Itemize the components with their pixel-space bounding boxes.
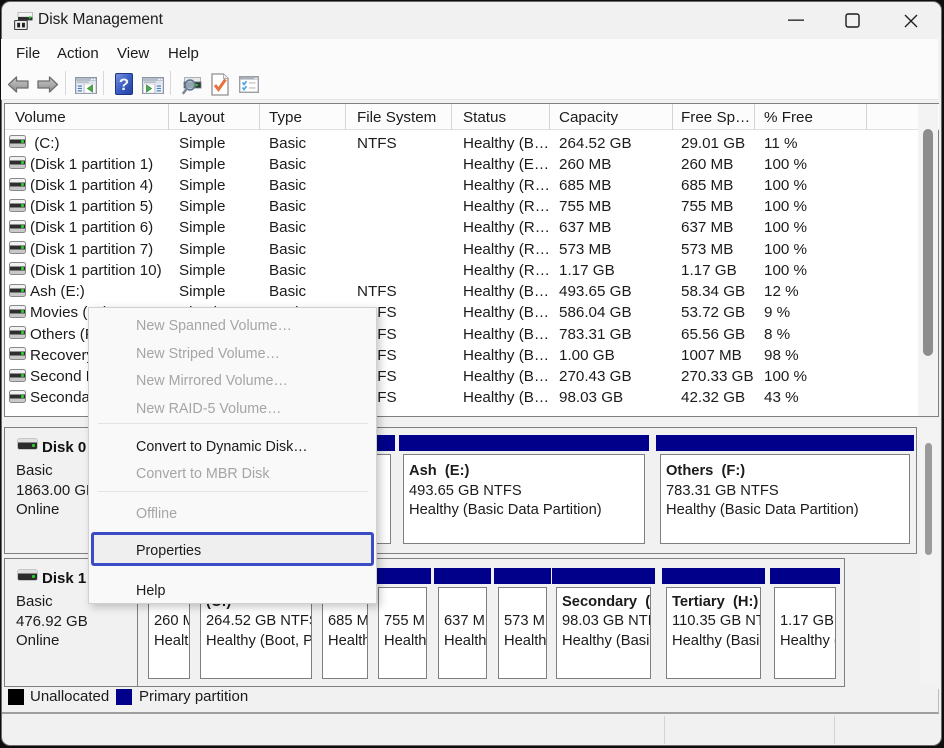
svg-text:?: ? xyxy=(119,75,129,94)
